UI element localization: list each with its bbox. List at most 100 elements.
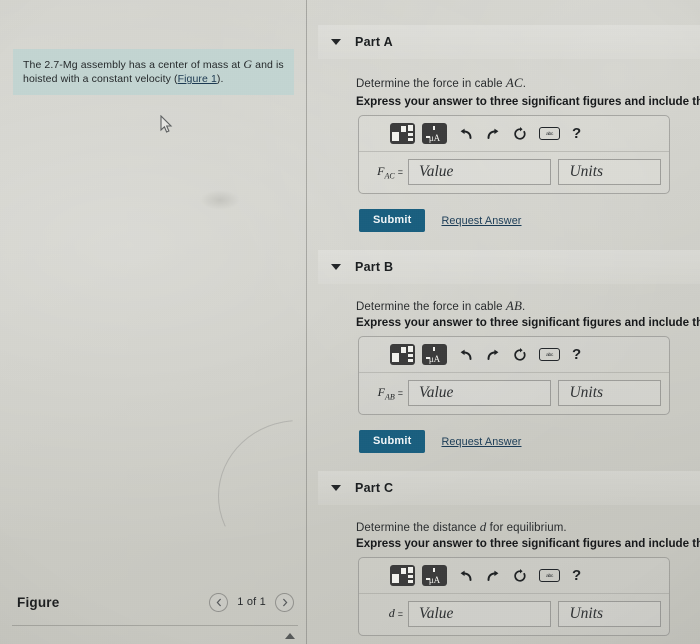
figure-divider bbox=[12, 625, 298, 626]
submit-button-b[interactable]: Submit bbox=[359, 430, 426, 453]
units-micro-amp-icon[interactable]: μA bbox=[422, 123, 447, 144]
prompt-pre-b: Determine the force in cable bbox=[356, 301, 506, 313]
variable-sub-b: AB bbox=[384, 392, 395, 402]
caret-down-icon[interactable] bbox=[331, 39, 341, 45]
prompt-var-a: AC bbox=[505, 75, 523, 90]
caret-down-icon[interactable] bbox=[331, 264, 341, 270]
redo-arrow-glyph bbox=[487, 128, 499, 139]
units-input-a[interactable]: Units bbox=[558, 159, 661, 185]
panel-divider bbox=[306, 0, 307, 644]
part-label-c: Part C bbox=[355, 481, 394, 495]
reset-arrow-glyph bbox=[514, 568, 526, 582]
variable-label-b: FAB = bbox=[365, 385, 408, 401]
prompt-var-b: AB bbox=[505, 298, 523, 313]
units-input-b[interactable]: Units bbox=[558, 380, 661, 406]
prompt-pre-c: Determine the distance bbox=[356, 522, 480, 534]
part-header-c[interactable]: Part C bbox=[318, 471, 700, 505]
reset-arrow-glyph bbox=[514, 347, 526, 361]
variable-label-c: d = bbox=[365, 606, 408, 622]
help-question-icon[interactable]: ? bbox=[572, 346, 581, 363]
undo-arrow-icon[interactable] bbox=[458, 349, 474, 361]
part-prompt-a: Determine the force in cable AC. bbox=[356, 75, 526, 91]
units-micro-amp-icon[interactable]: μA bbox=[422, 344, 447, 365]
reset-circular-arrow-icon[interactable] bbox=[512, 347, 528, 362]
svg-text:μA: μA bbox=[429, 354, 441, 364]
equals-sign-b: = bbox=[397, 387, 403, 398]
chevron-right-icon bbox=[282, 598, 287, 606]
variable-sub-a: AC bbox=[384, 171, 395, 181]
undo-arrow-icon[interactable] bbox=[458, 128, 474, 140]
parts-content: Part A Determine the force in cable AC. … bbox=[307, 0, 700, 644]
action-row-a: Submit Request Answer bbox=[359, 209, 522, 232]
svg-text:μA: μA bbox=[429, 133, 441, 143]
units-input-c[interactable]: Units bbox=[558, 601, 661, 627]
keyboard-shortcuts-icon[interactable]: abc bbox=[539, 348, 560, 361]
units-micro-amp-icon[interactable]: μA bbox=[422, 565, 447, 586]
triangle-up-icon[interactable] bbox=[285, 633, 295, 639]
redo-arrow-icon[interactable] bbox=[485, 349, 501, 361]
value-input-a[interactable]: Value bbox=[408, 159, 552, 185]
part-header-a[interactable]: Part A bbox=[318, 25, 700, 59]
paper-smudge bbox=[200, 190, 240, 210]
svg-text:μA: μA bbox=[429, 575, 441, 585]
reset-circular-arrow-icon[interactable] bbox=[512, 126, 528, 141]
part-label-a: Part A bbox=[355, 35, 393, 49]
answer-toolbar-c: μA abc ? bbox=[359, 558, 669, 594]
help-question-icon[interactable]: ? bbox=[572, 125, 581, 142]
paper-arc-artifact bbox=[218, 420, 293, 527]
keyboard-shortcuts-icon[interactable]: abc bbox=[539, 569, 560, 582]
variable-label-a: FAC = bbox=[365, 164, 408, 180]
part-prompt-c: Determine the distance d for equilibrium… bbox=[356, 519, 567, 535]
reset-circular-arrow-icon[interactable] bbox=[512, 568, 528, 583]
answer-toolbar-b: μA abc ? bbox=[359, 337, 669, 373]
value-input-b[interactable]: Value bbox=[408, 380, 552, 406]
variable-base-a: F bbox=[377, 163, 385, 178]
keyboard-shortcuts-icon[interactable]: abc bbox=[539, 127, 560, 140]
variable-base-b: F bbox=[377, 384, 385, 399]
redo-arrow-icon[interactable] bbox=[485, 570, 501, 582]
keyboard-glyph: abc bbox=[546, 351, 553, 358]
answer-box-b: μA abc ? FAB = Value Units bbox=[358, 336, 670, 415]
prompt-post-b: . bbox=[522, 301, 526, 313]
micro-amp-glyph: μA bbox=[429, 575, 441, 585]
undo-arrow-glyph bbox=[460, 349, 472, 360]
math-template-icon[interactable] bbox=[390, 123, 415, 144]
figure-next-button[interactable] bbox=[275, 592, 294, 612]
value-input-c[interactable]: Value bbox=[408, 601, 552, 627]
keyboard-glyph: abc bbox=[546, 130, 553, 137]
equals-sign-c: = bbox=[397, 608, 403, 619]
figure-title: Figure bbox=[17, 594, 60, 610]
figure-1-link[interactable]: Figure 1 bbox=[178, 73, 217, 85]
request-answer-link-a[interactable]: Request Answer bbox=[441, 215, 521, 227]
variable-base-c: d bbox=[388, 605, 395, 620]
part-instruction-b: Express your answer to three significant… bbox=[356, 316, 700, 329]
answer-field-row-b: FAB = Value Units bbox=[359, 373, 669, 414]
figure-navigation: 1 of 1 bbox=[209, 592, 294, 612]
help-question-icon[interactable]: ? bbox=[572, 567, 581, 584]
micro-amp-glyph: μA bbox=[429, 354, 441, 364]
request-answer-link-b[interactable]: Request Answer bbox=[441, 436, 521, 448]
redo-arrow-glyph bbox=[487, 570, 499, 581]
problem-variable-g: G bbox=[243, 57, 253, 71]
caret-down-icon[interactable] bbox=[331, 485, 341, 491]
prompt-post-c: for equilibrium. bbox=[486, 522, 567, 534]
prompt-post-a: . bbox=[522, 78, 527, 90]
answer-field-row-a: FAC = Value Units bbox=[359, 152, 669, 193]
redo-arrow-glyph bbox=[487, 349, 499, 360]
figure-footer: Figure 1 of 1 bbox=[0, 580, 307, 624]
math-template-icon[interactable] bbox=[390, 344, 415, 365]
redo-arrow-icon[interactable] bbox=[485, 128, 501, 140]
figure-prev-button[interactable] bbox=[209, 592, 229, 612]
answer-box-c: μA abc ? d = Value Units bbox=[358, 557, 670, 636]
submit-button-a[interactable]: Submit bbox=[359, 209, 426, 232]
undo-arrow-glyph bbox=[460, 128, 472, 139]
part-instruction-a: Express your answer to three significant… bbox=[356, 95, 700, 108]
math-template-icon[interactable] bbox=[390, 565, 415, 586]
undo-arrow-glyph bbox=[460, 570, 472, 581]
reset-arrow-glyph bbox=[514, 126, 526, 140]
problem-statement: The 2.7-Mg assembly has a center of mass… bbox=[13, 49, 294, 95]
part-label-b: Part B bbox=[355, 260, 394, 274]
problem-text-pre: The 2.7-Mg assembly has a center of mass… bbox=[23, 59, 244, 71]
undo-arrow-icon[interactable] bbox=[458, 570, 474, 582]
part-header-b[interactable]: Part B bbox=[318, 250, 700, 284]
